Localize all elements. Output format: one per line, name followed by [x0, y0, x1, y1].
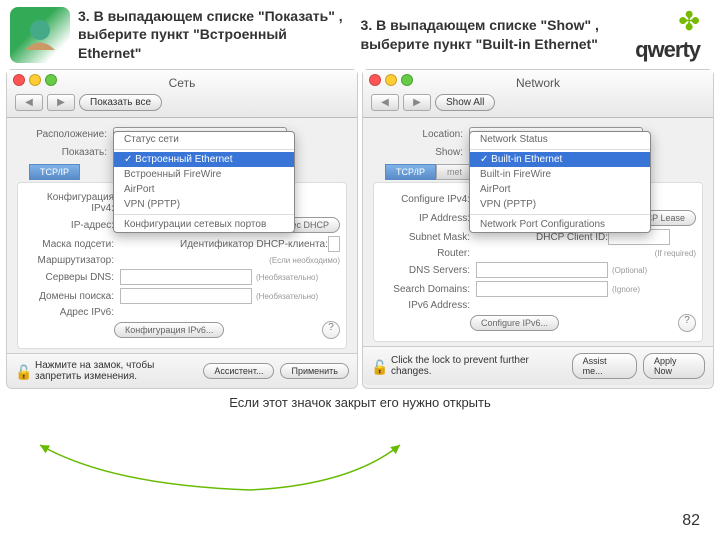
client-label: Идентификатор DHCP-клиента: — [180, 239, 328, 250]
clover-icon: ✤ — [635, 6, 700, 37]
dns-label: DNS Servers: — [380, 265, 476, 276]
cfg-label: Конфигурация IPv4: — [24, 192, 120, 214]
close-icon[interactable] — [13, 74, 25, 86]
dom-label: Search Domains: — [380, 284, 476, 295]
help-icon[interactable]: ? — [322, 321, 340, 339]
dom-input[interactable] — [476, 281, 608, 297]
window-title: Network — [367, 76, 709, 90]
lock-icon[interactable]: 🔓 — [15, 364, 29, 378]
tab-tcpip[interactable]: TCP/IP — [29, 164, 80, 180]
lock-text: Click the lock to prevent further change… — [391, 355, 560, 377]
show-label: Show: — [373, 147, 469, 158]
titlebar: Сеть ◀ ▶ Показать все — [7, 70, 357, 118]
brand-logo: ✤ qwerty — [635, 6, 710, 63]
ip-label: IP-адрес: — [24, 220, 120, 231]
dd-item-portconfig[interactable]: Конфигурации сетевых портов — [114, 217, 294, 232]
apply-button[interactable]: Apply Now — [643, 353, 705, 379]
show-dropdown[interactable]: Network Status ✓ Built-in Ethernet Built… — [469, 131, 651, 233]
pane-right: Network ◀ ▶ Show All Location: Show: Net… — [362, 69, 714, 389]
dd-item-firewire[interactable]: Встроенный FireWire — [114, 167, 294, 182]
tab-other[interactable]: met — [436, 164, 473, 180]
router-label: Маршрутизатор: — [24, 255, 120, 266]
showall-button[interactable]: Показать все — [79, 94, 162, 111]
assist-button[interactable]: Ассистент... — [203, 363, 274, 379]
titlebar: Network ◀ ▶ Show All — [363, 70, 713, 118]
dd-header[interactable]: Network Status — [470, 132, 650, 147]
zoom-icon[interactable] — [45, 74, 57, 86]
location-label: Location: — [373, 129, 469, 140]
cfg6-button[interactable]: Configure IPv6... — [470, 315, 559, 331]
show-label: Показать: — [17, 147, 113, 158]
brand-text: qwerty — [635, 37, 700, 63]
page-number: 82 — [682, 512, 700, 530]
dd-item-vpn[interactable]: VPN (PPTP) — [114, 197, 294, 212]
arrow-annotation — [30, 435, 430, 495]
dd-item-firewire[interactable]: Built-in FireWire — [470, 167, 650, 182]
dd-item-ethernet[interactable]: ✓ Built-in Ethernet — [470, 152, 650, 167]
instruction-right: 3. В выпадающем списке "Show" , выберите… — [353, 16, 636, 52]
minimize-icon[interactable] — [385, 74, 397, 86]
ip-label: IP Address: — [380, 213, 476, 224]
ipv6-label: IPv6 Address: — [380, 300, 476, 311]
client-label: DHCP Client ID: — [536, 232, 608, 243]
back-button[interactable]: ◀ — [15, 94, 43, 111]
mask-label: Subnet Mask: — [380, 232, 476, 243]
dom-input[interactable] — [120, 288, 252, 304]
lock-text: Нажмите на замок, чтобы запретить измене… — [35, 360, 191, 382]
cfg-label: Configure IPv4: — [380, 194, 476, 205]
dd-item-airport[interactable]: AirPort — [114, 182, 294, 197]
assist-button[interactable]: Assist me... — [572, 353, 637, 379]
router-label: Router: — [380, 248, 476, 259]
dns-input[interactable] — [120, 269, 252, 285]
location-label: Расположение: — [17, 129, 113, 140]
show-dropdown[interactable]: Статус сети ✓ Встроенный Ethernet Встрое… — [113, 131, 295, 233]
cfg6-button[interactable]: Конфигурация IPv6... — [114, 322, 224, 338]
dns-label: Серверы DNS: — [24, 272, 120, 283]
close-icon[interactable] — [369, 74, 381, 86]
dns-input[interactable] — [476, 262, 608, 278]
dd-item-portconfig[interactable]: Network Port Configurations — [470, 217, 650, 232]
dd-item-airport[interactable]: AirPort — [470, 182, 650, 197]
fwd-button[interactable]: ▶ — [47, 94, 75, 111]
caption: Если этот значок закрыт его нужно открыт… — [0, 395, 720, 410]
help-icon[interactable]: ? — [678, 314, 696, 332]
back-button[interactable]: ◀ — [371, 94, 399, 111]
tab-tcpip[interactable]: TCP/IP — [385, 164, 436, 180]
lock-icon[interactable]: 🔓 — [371, 359, 385, 373]
dom-label: Домены поиска: — [24, 291, 120, 302]
apply-button[interactable]: Применить — [280, 363, 349, 379]
dd-item-ethernet[interactable]: ✓ Встроенный Ethernet — [114, 152, 294, 167]
zoom-icon[interactable] — [401, 74, 413, 86]
pane-left: Сеть ◀ ▶ Показать все Расположение: Пока… — [6, 69, 358, 389]
minimize-icon[interactable] — [29, 74, 41, 86]
window-title: Сеть — [11, 76, 353, 90]
mask-label: Маска подсети: — [24, 239, 120, 250]
showall-button[interactable]: Show All — [435, 94, 495, 111]
page-header: 3. В выпадающем списке "Показать" , выбе… — [0, 0, 720, 69]
dd-header[interactable]: Статус сети — [114, 132, 294, 147]
fwd-button[interactable]: ▶ — [403, 94, 431, 111]
ipv6-label: Адрес IPv6: — [24, 307, 120, 318]
hands-logo — [10, 7, 70, 63]
client-input[interactable] — [328, 236, 340, 252]
dd-item-vpn[interactable]: VPN (PPTP) — [470, 197, 650, 212]
instruction-left: 3. В выпадающем списке "Показать" , выбе… — [70, 7, 353, 62]
